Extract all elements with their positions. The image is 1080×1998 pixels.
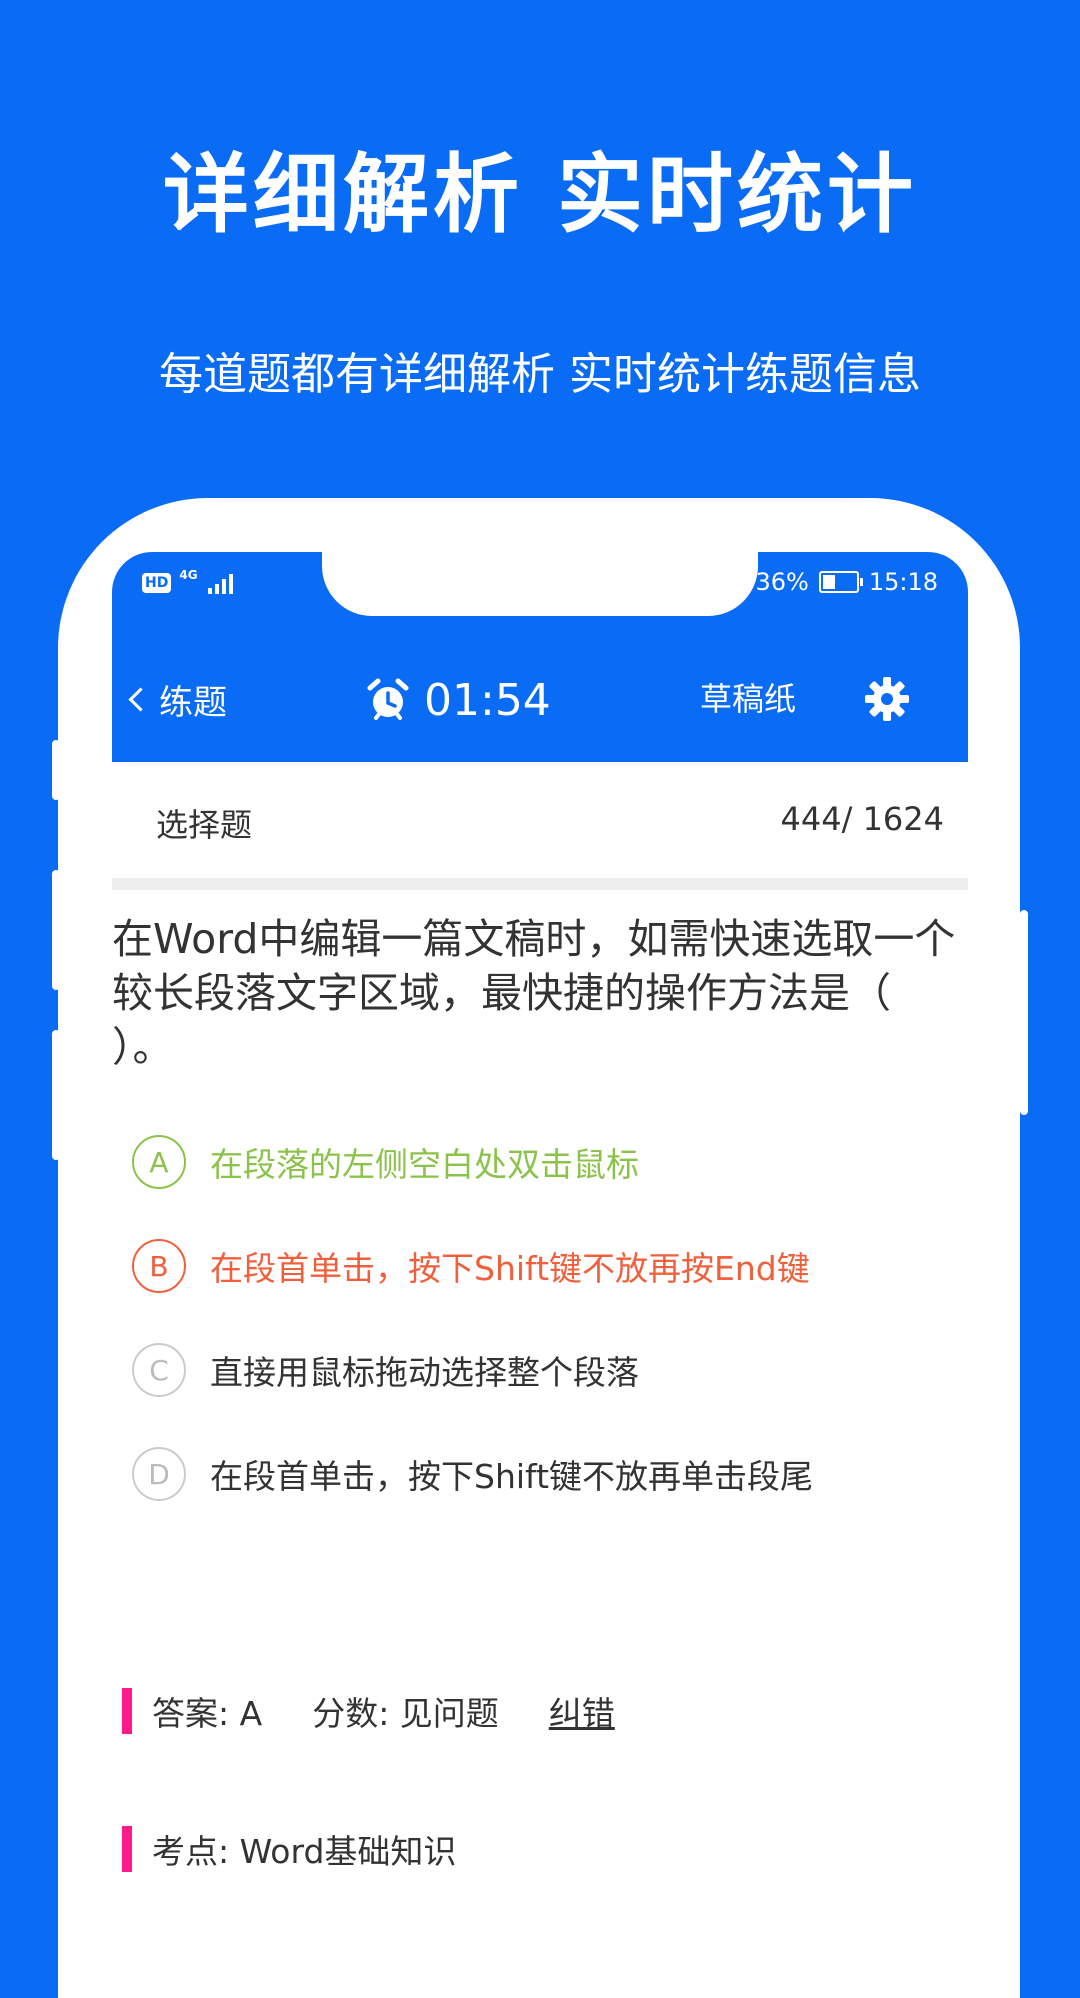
chevron-left-icon	[128, 686, 153, 712]
promo-subtitle: 每道题都有详细解析 实时统计练题信息	[159, 349, 921, 400]
phone-side-button	[52, 740, 60, 800]
option-d[interactable]: D 在段首单击，按下Shift键不放再单击段尾	[132, 1442, 813, 1506]
option-text: 在段落的左侧空白处双击鼠标	[210, 1145, 639, 1184]
knowledge-point-text: 考点: Word基础知识	[152, 1832, 457, 1871]
option-c[interactable]: C 直接用鼠标拖动选择整个段落	[132, 1338, 639, 1402]
answer-text: 答案: A	[152, 1694, 263, 1733]
battery-percent: 36%	[755, 568, 809, 596]
app-screen: HD 4G 36% 15:18 练题 01:54 草稿纸 选择题 444/ 16…	[112, 552, 968, 1920]
question-type: 选择题	[156, 806, 253, 844]
nav-row: 练题 01:54 草稿纸	[112, 652, 968, 748]
phone-side-button	[52, 870, 60, 990]
alarm-clock-icon	[367, 678, 409, 720]
status-bar-left: HD 4G	[142, 568, 233, 598]
timer: 01:54	[366, 670, 551, 730]
draft-paper-button[interactable]: 草稿纸	[700, 674, 796, 724]
app-bar: HD 4G 36% 15:18 练题 01:54 草稿纸	[112, 552, 968, 762]
signal-icon	[207, 572, 233, 594]
section-divider	[112, 878, 968, 890]
option-letter: A	[132, 1135, 186, 1189]
knowledge-point-row: 考点: Word基础知识	[122, 1824, 456, 1874]
accent-bar	[122, 1688, 132, 1734]
back-label: 练题	[159, 682, 227, 723]
report-error-link[interactable]: 纠错	[549, 1687, 615, 1735]
option-text: 在段首单击，按下Shift键不放再单击段尾	[210, 1457, 814, 1496]
phone-side-button	[1020, 910, 1028, 1115]
status-time: 15:18	[868, 568, 938, 596]
option-a[interactable]: A 在段落的左侧空白处双击鼠标	[132, 1130, 639, 1194]
network-label: 4G	[179, 568, 198, 582]
option-b[interactable]: B 在段首单击，按下Shift键不放再按End键	[132, 1234, 810, 1298]
question-progress: 444/ 1624	[780, 800, 944, 838]
phone-notch	[322, 552, 758, 616]
promo-title: 详细解析 实时统计	[163, 145, 917, 245]
timer-value: 01:54	[424, 674, 551, 726]
option-letter: D	[132, 1447, 186, 1501]
gear-icon[interactable]	[864, 676, 910, 722]
option-text: 直接用鼠标拖动选择整个段落	[210, 1353, 639, 1392]
option-text: 在段首单击，按下Shift键不放再按End键	[210, 1249, 810, 1288]
option-letter: B	[132, 1239, 186, 1293]
question-text: 在Word中编辑一篇文稿时，如需快速选取一个较长段落文字区域，最快捷的操作方法是…	[112, 915, 956, 1071]
score-text: 分数: 见问题	[312, 1694, 499, 1733]
answer-row: 答案: A 分数: 见问题 纠错	[122, 1686, 615, 1736]
status-bar-right: 36% 15:18	[755, 564, 938, 600]
accent-bar	[122, 1826, 132, 1872]
phone-side-button	[52, 1030, 60, 1160]
battery-icon	[818, 571, 863, 593]
hd-badge: HD	[142, 573, 172, 593]
question-header: 选择题 444/ 1624	[112, 762, 968, 882]
back-button[interactable]: 练题	[124, 674, 227, 724]
option-letter: C	[132, 1343, 186, 1397]
